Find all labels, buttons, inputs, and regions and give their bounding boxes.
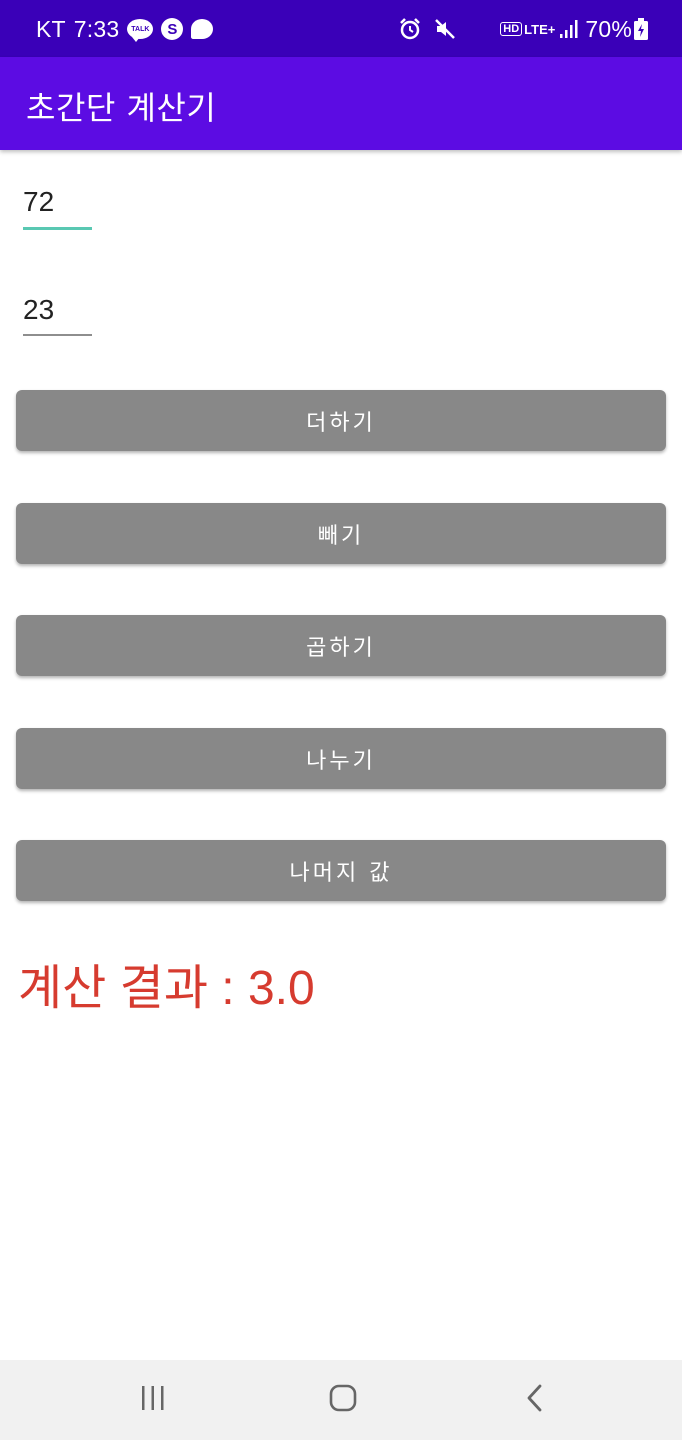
carrier-label: KT xyxy=(36,15,66,42)
network-type: HD LTE+ xyxy=(500,22,555,37)
status-bar: KT 7:33 TALK S HD LTE+ 70% xyxy=(0,0,682,57)
remainder-button[interactable]: 나머지 값 xyxy=(16,840,666,901)
message-bubble-icon xyxy=(191,19,214,39)
multiply-button[interactable]: 곱하기 xyxy=(16,615,666,676)
alarm-icon xyxy=(398,17,422,41)
navigation-bar xyxy=(0,1360,682,1440)
first-number-underline xyxy=(23,227,92,230)
second-number-input[interactable]: 23 xyxy=(23,290,92,336)
second-number-value: 23 xyxy=(23,294,55,325)
second-number-underline xyxy=(23,334,92,336)
s-icon-label: S xyxy=(167,20,178,38)
s-icon: S xyxy=(161,18,184,40)
lte-label: LTE+ xyxy=(524,21,556,37)
first-number-value: 72 xyxy=(23,186,55,217)
back-button[interactable] xyxy=(515,1382,555,1418)
kakaotalk-icon-label: TALK xyxy=(131,25,150,33)
app-screen: KT 7:33 TALK S HD LTE+ 70% 초간단 계산기 72 23… xyxy=(0,0,682,1440)
add-button[interactable]: 더하기 xyxy=(16,390,666,451)
hd-badge: HD xyxy=(500,22,523,36)
kakaotalk-icon: TALK xyxy=(127,19,154,42)
battery-icon xyxy=(634,18,648,40)
app-title: 초간단 계산기 xyxy=(26,89,217,127)
home-button[interactable] xyxy=(323,1382,363,1418)
battery-percent: 70% xyxy=(585,15,632,42)
recent-apps-button[interactable] xyxy=(133,1382,173,1418)
result-text: 계산 결과 : 3.0 xyxy=(18,962,315,1015)
app-bar: 초간단 계산기 xyxy=(0,57,682,150)
first-number-input[interactable]: 72 xyxy=(23,182,92,230)
recent-apps-icon xyxy=(139,1385,167,1415)
status-left: KT 7:33 TALK S xyxy=(36,14,214,44)
mute-icon xyxy=(434,18,456,40)
divide-button[interactable]: 나누기 xyxy=(16,728,666,789)
signal-icon xyxy=(559,19,579,39)
home-icon xyxy=(328,1383,358,1417)
subtract-button[interactable]: 빼기 xyxy=(16,503,666,564)
clock: 7:33 xyxy=(73,15,120,42)
back-icon xyxy=(524,1383,546,1417)
status-right: HD LTE+ 70% xyxy=(386,14,648,44)
